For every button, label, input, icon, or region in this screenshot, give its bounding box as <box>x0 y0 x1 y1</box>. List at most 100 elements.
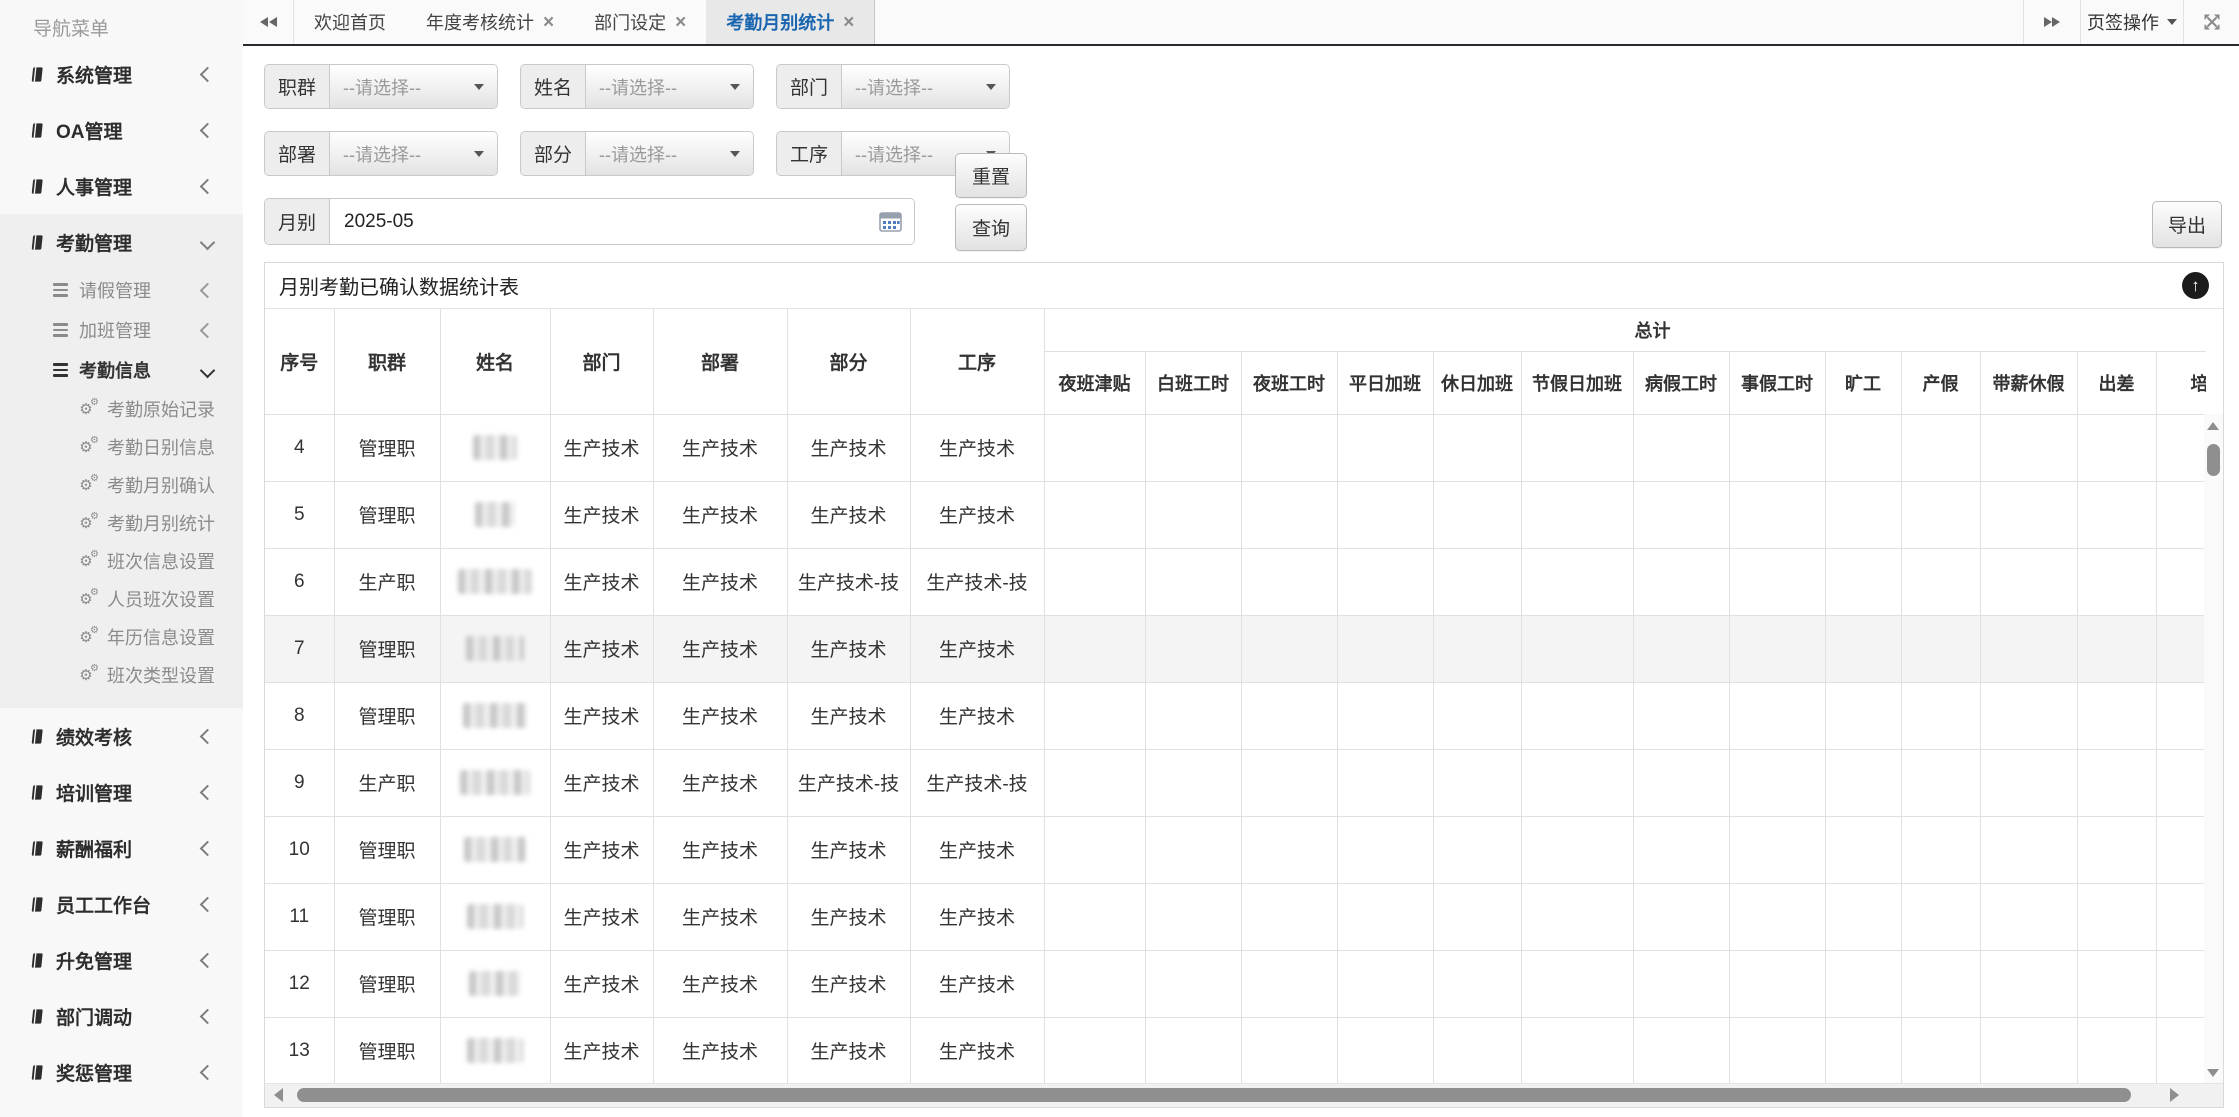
sidebar-item-salary-benefits[interactable]: 薪酬福利 <box>0 820 243 876</box>
sidebar-item-attendance-raw-records[interactable]: ⚙⚙考勤原始记录 <box>0 390 243 428</box>
close-tab-icon[interactable]: × <box>843 13 854 32</box>
collapse-panel-button[interactable]: ↑ <box>2182 272 2209 299</box>
scroll-down-arrow-icon[interactable] <box>2207 1069 2219 1077</box>
fullscreen-button[interactable] <box>2183 0 2239 44</box>
cell-no: 9 <box>265 749 334 816</box>
filter-department-select[interactable]: --请选择-- <box>842 65 1009 108</box>
sidebar-item-system-management[interactable]: 系统管理 <box>0 46 243 102</box>
cell-section: 生产技术 <box>787 816 910 883</box>
table-row[interactable]: 8管理职生产技术生产技术生产技术生产技术 <box>265 682 2206 749</box>
cell-department: 生产技术 <box>550 749 653 816</box>
sidebar-item-overtime-management[interactable]: 加班管理 <box>0 310 243 350</box>
tabs-scroll-right-button[interactable] <box>2023 0 2080 44</box>
cell-metric-empty <box>1633 414 1729 481</box>
redacted-name <box>460 770 530 795</box>
tab-annual-review-stats[interactable]: 年度考核统计× <box>406 0 574 44</box>
cell-metric-empty <box>1241 414 1337 481</box>
month-input[interactable]: 2025-05 <box>330 199 914 244</box>
tab-department-setting[interactable]: 部门设定× <box>574 0 706 44</box>
cell-job_group: 管理职 <box>334 615 440 682</box>
cell-section: 生产技术 <box>787 950 910 1017</box>
sidebar-item-label: 考勤日别信息 <box>107 434 215 460</box>
cell-metric-empty <box>1825 682 1901 749</box>
filter-person-name-select[interactable]: --请选择-- <box>586 65 753 108</box>
filter-section-select[interactable]: --请选择-- <box>586 132 753 175</box>
tab-attendance-monthly-stats[interactable]: 考勤月别统计× <box>706 0 875 44</box>
scroll-left-arrow-icon[interactable] <box>274 1088 283 1102</box>
sidebar-item-attendance-info[interactable]: 考勤信息 <box>0 350 243 390</box>
sidebar-item-attendance-monthly-confirm[interactable]: ⚙⚙考勤月别确认 <box>0 466 243 504</box>
cell-process: 生产技术 <box>910 682 1044 749</box>
filter-deployment: 部署--请选择-- <box>264 131 498 176</box>
close-tab-icon[interactable]: × <box>543 13 554 32</box>
export-button[interactable]: 导出 <box>2152 201 2222 248</box>
group-header-total: 总计 <box>1044 309 2206 351</box>
cell-job_group: 生产职 <box>334 749 440 816</box>
chevron-down-icon <box>474 151 484 157</box>
gears-icon: ⚙⚙ <box>76 399 96 419</box>
tabs-scroll-left-button[interactable] <box>243 0 294 44</box>
sidebar-item-label: 部门调动 <box>56 1003 132 1030</box>
sidebar-item-attendance-management[interactable]: 考勤管理 <box>0 214 243 270</box>
sidebar-item-training-management[interactable]: 培训管理 <box>0 764 243 820</box>
query-button[interactable]: 查询 <box>955 204 1027 251</box>
sidebar-item-attendance-daily-info[interactable]: ⚙⚙考勤日别信息 <box>0 428 243 466</box>
sidebar-item-promotion-management[interactable]: 升免管理 <box>0 932 243 988</box>
sidebar-item-shift-info-settings[interactable]: ⚙⚙班次信息设置 <box>0 542 243 580</box>
table-row[interactable]: 12管理职生产技术生产技术生产技术生产技术 <box>265 950 2206 1017</box>
reset-button[interactable]: 重置 <box>955 153 1027 198</box>
cell-metric-empty <box>1980 615 2077 682</box>
sidebar-item-oa-management[interactable]: OA管理 <box>0 102 243 158</box>
sidebar-item-reward-punishment[interactable]: 奖惩管理 <box>0 1044 243 1100</box>
sidebar-item-leave-management[interactable]: 请假管理 <box>0 270 243 310</box>
calendar-icon[interactable] <box>879 211 902 232</box>
cell-metric-empty <box>1433 414 1521 481</box>
cell-metric-empty <box>1729 481 1825 548</box>
table-row[interactable]: 10管理职生产技术生产技术生产技术生产技术 <box>265 816 2206 883</box>
tabbar-right-controls: 页签操作 <box>2023 0 2239 44</box>
cell-metric-empty <box>1633 615 1729 682</box>
sidebar-item-hr-management[interactable]: 人事管理 <box>0 158 243 214</box>
table-row[interactable]: 5管理职生产技术生产技术生产技术生产技术 <box>265 481 2206 548</box>
main-area: 欢迎首页年度考核统计×部门设定×考勤月别统计× 页签操作 <box>243 0 2239 1117</box>
book-icon <box>28 840 45 857</box>
close-tab-icon[interactable]: × <box>675 13 686 32</box>
column-header: 姓名 <box>440 309 550 414</box>
horizontal-scrollbar[interactable] <box>265 1083 2223 1107</box>
scroll-up-arrow-icon[interactable] <box>2207 422 2219 430</box>
sidebar-item-personnel-shift-settings[interactable]: ⚙⚙人员班次设置 <box>0 580 243 618</box>
sidebar-item-calendar-info-settings[interactable]: ⚙⚙年历信息设置 <box>0 618 243 656</box>
chevron-left-icon <box>200 282 216 298</box>
cell-process: 生产技术 <box>910 950 1044 1017</box>
table-row[interactable]: 11管理职生产技术生产技术生产技术生产技术 <box>265 883 2206 950</box>
sidebar-item-department-transfer[interactable]: 部门调动 <box>0 988 243 1044</box>
sidebar-item-shift-type-settings[interactable]: ⚙⚙班次类型设置 <box>0 656 243 694</box>
cell-metric-empty <box>2156 548 2206 615</box>
selected-value: --请选择-- <box>343 141 421 167</box>
sidebar-item-attendance-monthly-stats[interactable]: ⚙⚙考勤月别统计 <box>0 504 243 542</box>
sidebar-item-performance-review[interactable]: 绩效考核 <box>0 708 243 764</box>
table-row[interactable]: 13管理职生产技术生产技术生产技术生产技术 <box>265 1017 2206 1084</box>
table-row[interactable]: 7管理职生产技术生产技术生产技术生产技术 <box>265 615 2206 682</box>
filter-job-group-select[interactable]: --请选择-- <box>330 65 497 108</box>
horizontal-scroll-thumb[interactable] <box>297 1088 2131 1102</box>
scroll-right-arrow-icon[interactable] <box>2170 1088 2179 1102</box>
sidebar-item-label: 考勤信息 <box>79 357 151 383</box>
sidebar-item-employee-workbench[interactable]: 员工工作台 <box>0 876 243 932</box>
tab-operations-dropdown[interactable]: 页签操作 <box>2080 0 2183 44</box>
metric-column-header: 白班工时 <box>1145 351 1241 414</box>
panel-title: 月别考勤已确认数据统计表 <box>279 271 519 300</box>
filter-section: 部分--请选择-- <box>520 131 754 176</box>
selected-value: --请选择-- <box>599 74 677 100</box>
vertical-scroll-thumb[interactable] <box>2207 444 2220 476</box>
vertical-scrollbar[interactable] <box>2204 414 2223 1083</box>
table-row[interactable]: 6生产职生产技术生产技术生产技术-技生产技术-技 <box>265 548 2206 615</box>
cell-metric-empty <box>1433 682 1521 749</box>
sidebar-item-label: 薪酬福利 <box>56 835 132 862</box>
filter-person-name-label: 姓名 <box>521 65 586 108</box>
filter-deployment-select[interactable]: --请选择-- <box>330 132 497 175</box>
tab-welcome-home[interactable]: 欢迎首页 <box>294 0 406 44</box>
metric-column-header: 带薪休假 <box>1980 351 2077 414</box>
table-row[interactable]: 9生产职生产技术生产技术生产技术-技生产技术-技 <box>265 749 2206 816</box>
table-row[interactable]: 4管理职生产技术生产技术生产技术生产技术 <box>265 414 2206 481</box>
